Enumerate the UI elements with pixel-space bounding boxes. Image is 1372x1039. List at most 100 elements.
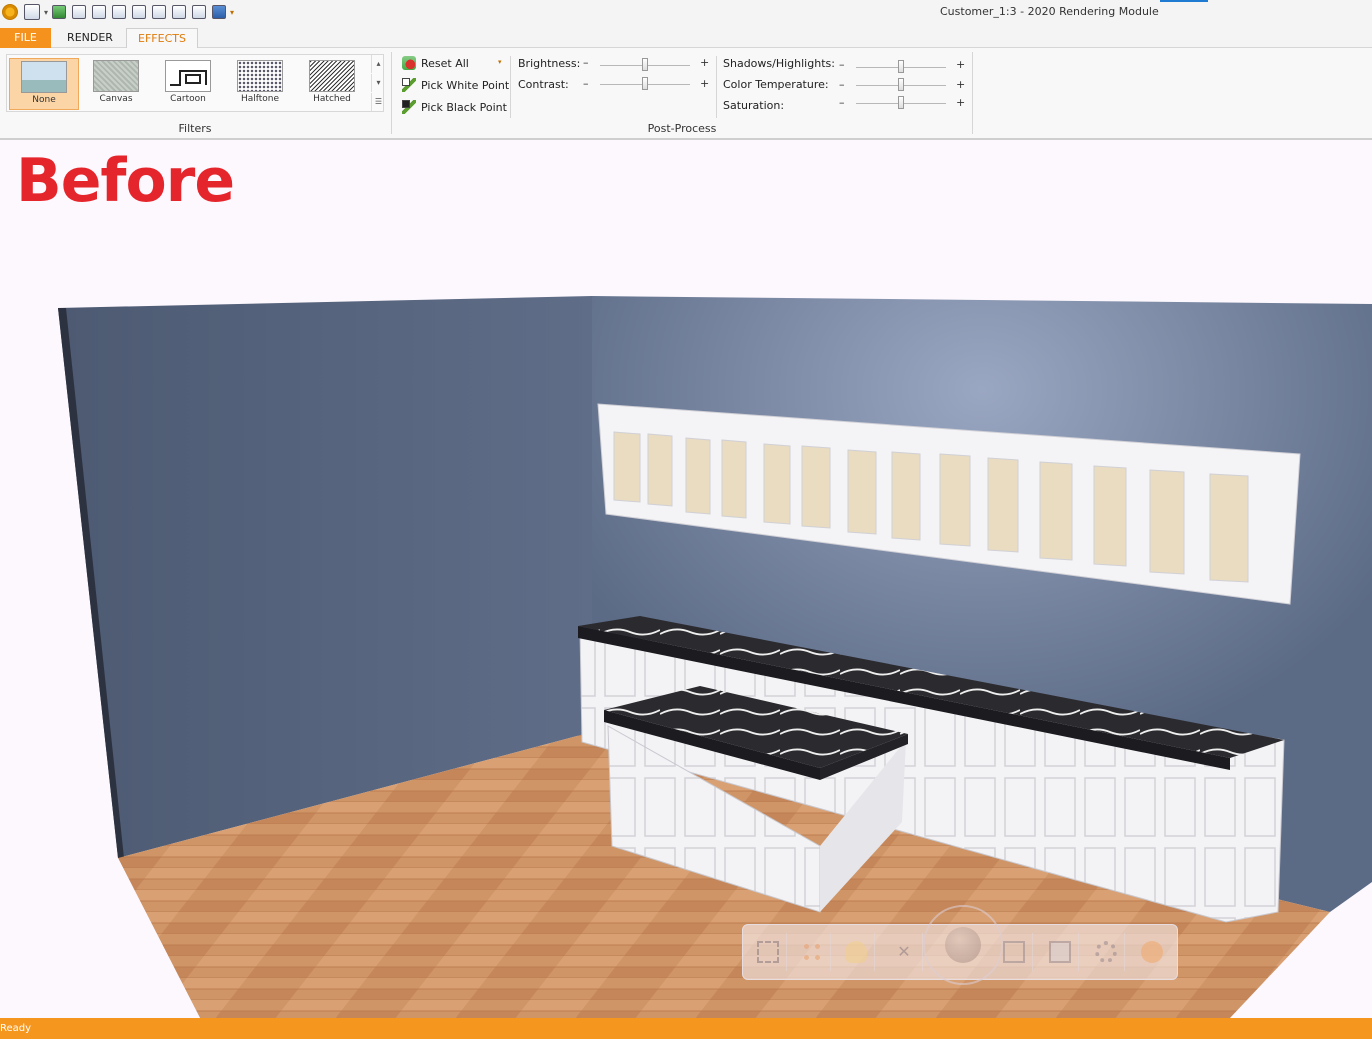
light-bulb-button[interactable] (835, 933, 875, 971)
saturation-decrease-button[interactable]: – (839, 96, 845, 109)
post-process-group-label: Post-Process (647, 122, 717, 135)
gallery-scroll-up-icon[interactable]: ▴ (371, 55, 385, 73)
contrast-decrease-button[interactable]: – (583, 77, 589, 90)
chevron-down-icon[interactable]: ▾ (44, 8, 48, 17)
filter-halftone[interactable]: Halftone (225, 58, 295, 110)
saturation-label: Saturation: (723, 99, 785, 112)
kitchen-render (0, 296, 1372, 1018)
filter-hatched-thumbnail (309, 60, 355, 92)
color-temperature-label: Color Temperature: (723, 78, 829, 91)
eyedropper-white-icon (402, 78, 416, 92)
cross-button[interactable]: ✕ (883, 933, 923, 971)
print-preview-icon[interactable] (92, 5, 107, 19)
filter-canvas[interactable]: Canvas (81, 58, 151, 110)
ribbon: None Canvas Cartoon Halftone Hatched ▴ ▾… (0, 48, 1372, 140)
tab-render[interactable]: RENDER (56, 28, 124, 49)
reset-dropdown-arrow-icon[interactable]: ▾ (498, 58, 502, 66)
filter-label: None (32, 95, 56, 105)
app-icon[interactable] (2, 4, 18, 20)
quick-access-toolbar: ▾ ▾ (2, 2, 238, 22)
settings-gear-icon (1095, 941, 1117, 963)
material-palette-button[interactable] (791, 933, 831, 971)
shadows-highlights-increase-button[interactable]: + (956, 58, 965, 71)
fit-view-icon (1003, 941, 1025, 963)
shadows-highlights-label: Shadows/Highlights: (723, 57, 835, 70)
brightness-label: Brightness: (518, 57, 581, 70)
brightness-decrease-button[interactable]: – (583, 56, 589, 69)
filter-halftone-thumbnail (237, 60, 283, 92)
filter-canvas-thumbnail (93, 60, 139, 92)
filter-none[interactable]: None (9, 58, 79, 110)
saturation-increase-button[interactable]: + (956, 96, 965, 109)
filter-cartoon-thumbnail (165, 60, 211, 92)
group-separator (972, 52, 973, 134)
title-accent-bar (1160, 0, 1208, 2)
ribbon-tabs: FILE RENDER EFFECTS (0, 26, 1372, 49)
title-bar: ▾ ▾ Customer_1:3 - 2020 Rendering Module (0, 0, 1372, 26)
filter-cartoon[interactable]: Cartoon (153, 58, 223, 110)
inner-separator (510, 56, 511, 118)
before-overlay-text: Before (16, 146, 235, 216)
filter-label: Canvas (99, 94, 133, 104)
color-temperature-increase-button[interactable]: + (956, 78, 965, 91)
tab-file[interactable]: FILE (0, 28, 51, 49)
settings-button[interactable] (1085, 933, 1125, 971)
filters-group-label: Filters (178, 122, 212, 135)
pick-black-point-button[interactable]: Pick Black Point (402, 98, 507, 116)
status-bar: Ready (0, 1018, 1372, 1039)
color-temperature-slider-thumb[interactable] (898, 78, 904, 91)
filter-none-thumbnail (21, 61, 67, 93)
save-icon[interactable] (24, 4, 40, 20)
cross-icon: ✕ (897, 942, 911, 961)
status-text: Ready (0, 1023, 32, 1034)
new-page-icon[interactable] (132, 5, 147, 19)
camera-icon (1141, 941, 1163, 963)
inner-separator (716, 56, 717, 118)
filters-gallery: None Canvas Cartoon Halftone Hatched ▴ ▾… (6, 54, 384, 112)
print-icon[interactable] (72, 5, 87, 19)
filter-label: Halftone (240, 94, 280, 104)
screen-copy-icon (1049, 941, 1071, 963)
filter-hatched[interactable]: Hatched (297, 58, 367, 110)
shadows-highlights-decrease-button[interactable]: – (839, 58, 845, 71)
brightness-slider-thumb[interactable] (642, 58, 648, 71)
cartoon-sketch-icon (170, 70, 207, 86)
render-viewport[interactable]: Before ✕ (0, 142, 1372, 1018)
material-palette-icon (801, 941, 823, 963)
pick-white-point-label: Pick White Point (421, 78, 510, 92)
eyedropper-black-icon (402, 100, 416, 114)
pick-white-point-button[interactable]: Pick White Point (402, 76, 509, 94)
help-icon[interactable] (212, 5, 227, 19)
contrast-slider-thumb[interactable] (642, 77, 648, 90)
export-icon[interactable] (52, 5, 67, 19)
orbit-control[interactable] (923, 905, 1003, 985)
reset-all-label: Reset All (421, 56, 469, 70)
window-title: Customer_1:3 - 2020 Rendering Module (940, 5, 1159, 18)
layout-icon[interactable] (152, 5, 167, 19)
page-setup-icon[interactable] (112, 5, 127, 19)
customize-arrow-icon[interactable]: ▾ (230, 8, 234, 17)
filter-label: Cartoon (170, 94, 206, 104)
screen-copy-button[interactable] (1039, 933, 1079, 971)
reset-all-button[interactable]: Reset All (402, 54, 469, 72)
fit-view-button[interactable] (993, 933, 1033, 971)
reset-icon (402, 56, 416, 70)
light-bulb-icon (845, 941, 867, 963)
zoom-extents-icon (757, 941, 779, 963)
contrast-label: Contrast: (518, 78, 569, 91)
gallery-scroll-down-icon[interactable]: ▾ (371, 74, 385, 92)
zoom-extents-button[interactable] (747, 933, 787, 971)
gallery-expand-icon[interactable]: ☰ (371, 93, 385, 111)
contrast-increase-button[interactable]: + (700, 77, 709, 90)
camera-button[interactable] (1131, 933, 1171, 971)
orbit-icon (945, 927, 981, 963)
filter-label: Hatched (313, 94, 351, 104)
saturation-slider-thumb[interactable] (898, 96, 904, 109)
tab-effects[interactable]: EFFECTS (126, 28, 198, 49)
compare-icon[interactable] (172, 5, 187, 19)
color-temperature-decrease-button[interactable]: – (839, 78, 845, 91)
camera-icon[interactable] (192, 5, 207, 19)
navigation-toolbar: ✕ (742, 905, 1178, 985)
brightness-increase-button[interactable]: + (700, 56, 709, 69)
shadows-highlights-slider-thumb[interactable] (898, 60, 904, 73)
